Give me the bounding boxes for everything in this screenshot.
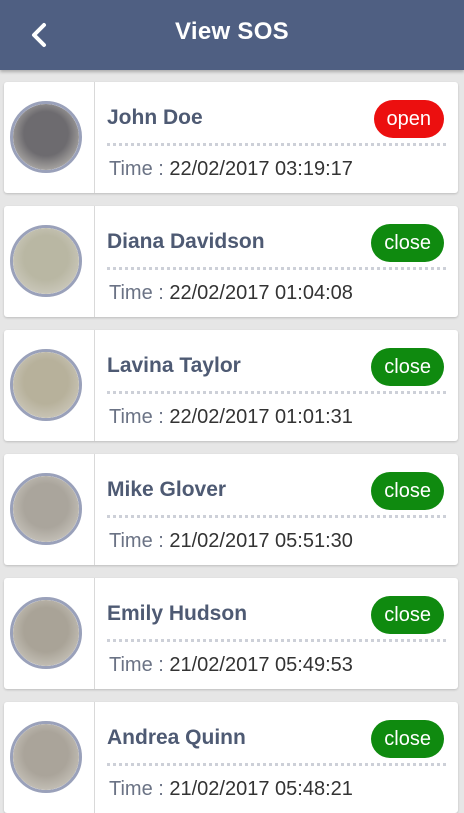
- time-value: 21/02/2017 05:51:30: [169, 530, 353, 552]
- sos-list-item[interactable]: John Doe open Time : 22/02/2017 03:19:17: [4, 82, 458, 193]
- time-label: Time :: [109, 406, 170, 428]
- time-label: Time :: [109, 530, 170, 552]
- status-badge[interactable]: close: [371, 720, 444, 758]
- time-row: Time : 22/02/2017 01:01:31: [109, 406, 353, 429]
- status-badge[interactable]: close: [371, 348, 444, 386]
- contact-name: Emily Hudson: [107, 602, 248, 625]
- avatar-cell: [4, 454, 95, 565]
- avatar: [10, 225, 82, 297]
- sos-list-item[interactable]: Andrea Quinn close Time : 21/02/2017 05:…: [4, 702, 458, 813]
- time-row: Time : 21/02/2017 05:48:21: [109, 778, 353, 801]
- time-value: 21/02/2017 05:49:53: [169, 654, 353, 676]
- avatar-cell: [4, 206, 95, 317]
- sos-list-item[interactable]: Emily Hudson close Time : 21/02/2017 05:…: [4, 578, 458, 689]
- status-badge[interactable]: close: [371, 472, 444, 510]
- sos-list-item[interactable]: Lavina Taylor close Time : 22/02/2017 01…: [4, 330, 458, 441]
- dotted-divider: [107, 515, 446, 518]
- dotted-divider: [107, 143, 446, 146]
- avatar: [10, 597, 82, 669]
- avatar-cell: [4, 702, 95, 813]
- contact-name: John Doe: [107, 106, 203, 129]
- avatar: [10, 473, 82, 545]
- time-row: Time : 22/02/2017 03:19:17: [109, 158, 353, 181]
- time-label: Time :: [109, 778, 170, 800]
- status-badge[interactable]: open: [373, 100, 444, 138]
- contact-name: Diana Davidson: [107, 230, 265, 253]
- avatar: [10, 721, 82, 793]
- avatar: [10, 349, 82, 421]
- time-value: 22/02/2017 03:19:17: [169, 158, 353, 180]
- app-header: View SOS: [0, 0, 464, 70]
- sos-list-item[interactable]: Diana Davidson close Time : 22/02/2017 0…: [4, 206, 458, 317]
- status-badge[interactable]: close: [371, 224, 444, 262]
- sos-list-item[interactable]: Mike Glover close Time : 21/02/2017 05:5…: [4, 454, 458, 565]
- time-row: Time : 21/02/2017 05:51:30: [109, 530, 353, 553]
- time-row: Time : 22/02/2017 01:04:08: [109, 282, 353, 305]
- dotted-divider: [107, 391, 446, 394]
- time-row: Time : 21/02/2017 05:49:53: [109, 654, 353, 677]
- page-title: View SOS: [174, 18, 289, 45]
- avatar: [10, 101, 82, 173]
- time-label: Time :: [109, 282, 170, 304]
- time-value: 22/02/2017 01:04:08: [169, 282, 353, 304]
- avatar-cell: [4, 578, 95, 689]
- time-label: Time :: [109, 654, 170, 676]
- contact-name: Mike Glover: [107, 478, 227, 501]
- status-badge[interactable]: close: [371, 596, 444, 634]
- time-value: 22/02/2017 01:01:31: [169, 406, 353, 428]
- avatar-cell: [4, 82, 95, 193]
- avatar-cell: [4, 330, 95, 441]
- dotted-divider: [107, 267, 446, 270]
- dotted-divider: [107, 639, 446, 642]
- time-value: 21/02/2017 05:48:21: [169, 778, 353, 800]
- contact-name: Andrea Quinn: [107, 726, 246, 749]
- contact-name: Lavina Taylor: [107, 354, 241, 377]
- time-label: Time :: [109, 158, 170, 180]
- dotted-divider: [107, 763, 446, 766]
